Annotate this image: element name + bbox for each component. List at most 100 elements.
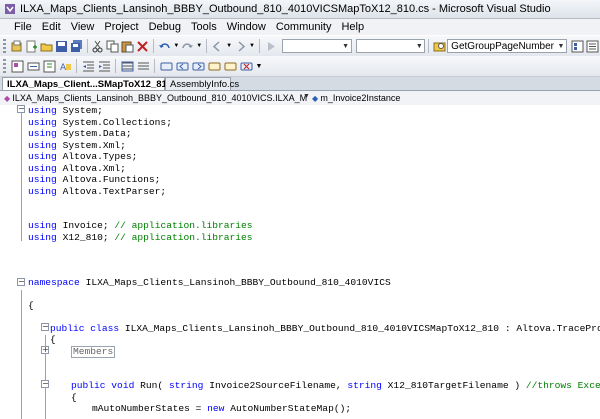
code-line: Members	[71, 346, 116, 358]
types-dropdown-value: ILXA_Maps_Clients_Lansinoh_BBBY_Outbound…	[12, 93, 307, 103]
code-line: {	[50, 334, 56, 345]
cut-icon[interactable]	[91, 39, 104, 53]
menu-edit[interactable]: Edit	[37, 21, 66, 33]
delete-icon[interactable]	[136, 39, 149, 53]
uncomment-lines-icon[interactable]	[136, 59, 150, 73]
save-all-icon[interactable]	[70, 39, 83, 53]
solution-platform-dropdown[interactable]: ▼	[355, 39, 426, 53]
find-combo-value: GetGroupPageNumber	[451, 40, 555, 52]
redo-dropdown-icon[interactable]: ▼	[196, 39, 202, 53]
outline-line-usings-2	[21, 119, 22, 241]
redo-icon[interactable]	[181, 39, 194, 53]
code-line: using System.Data;	[28, 128, 132, 139]
svg-text:A: A	[60, 63, 67, 73]
code-line: public class ILXA_Maps_Clients_Lansinoh_…	[50, 323, 600, 334]
code-line: using System;	[28, 105, 103, 116]
code-line: using Altova.Functions;	[28, 174, 161, 185]
solution-configuration-dropdown[interactable]: ▼	[281, 39, 352, 53]
solution-explorer-icon[interactable]	[571, 39, 584, 53]
text-editor-toolbar: A ▼	[0, 56, 600, 77]
code-line: using Invoice; // application.libraries	[28, 220, 253, 231]
expand-members-icon[interactable]: +	[41, 346, 49, 354]
tab-map-file[interactable]: ILXA_Maps_Client...SMapToX12_810.cs	[2, 77, 185, 90]
find-combo[interactable]: GetGroupPageNumber ▼	[447, 39, 567, 53]
increase-indent-icon[interactable]	[97, 59, 111, 73]
next-bookmark-in-folder-icon[interactable]	[223, 59, 237, 73]
previous-bookmark-icon[interactable]	[175, 59, 189, 73]
navigate-forward-icon[interactable]	[234, 39, 247, 53]
members-collapsed-block[interactable]: Members	[71, 346, 116, 358]
collapse-namespace-icon[interactable]: −	[17, 278, 25, 286]
outline-line-namespace	[21, 290, 22, 419]
menu-file[interactable]: File	[0, 21, 37, 33]
display-quick-info-icon[interactable]	[42, 59, 56, 73]
toggle-bookmark-icon[interactable]	[159, 59, 173, 73]
toolbar-separator	[258, 39, 260, 53]
toolbar-options-icon[interactable]: ▼	[255, 59, 263, 73]
toolbar-grip[interactable]	[3, 59, 6, 73]
display-object-member-list-icon[interactable]	[10, 59, 24, 73]
code-line: {	[71, 392, 77, 403]
collapse-run-method-icon[interactable]: −	[41, 380, 49, 388]
tab-assemblyinfo[interactable]: AssemblyInfo.cs	[165, 77, 239, 90]
code-line: namespace ILXA_Maps_Clients_Lansinoh_BBB…	[28, 277, 391, 288]
visual-studio-icon	[5, 4, 15, 14]
display-parameter-info-icon[interactable]	[26, 59, 40, 73]
menu-project[interactable]: Project	[99, 21, 143, 33]
code-line: using Altova.TextParser;	[28, 186, 167, 197]
menu-window[interactable]: Window	[222, 21, 271, 33]
next-bookmark-icon[interactable]	[191, 59, 205, 73]
toolbar-separator	[115, 59, 116, 73]
chevron-down-icon[interactable]: ▼	[303, 93, 310, 100]
copy-icon[interactable]	[106, 39, 119, 53]
code-line: {	[28, 300, 34, 311]
menu-bar: File Edit View Project Debug Tools Windo…	[0, 19, 600, 35]
title-bar: ILXA_Maps_Clients_Lansinoh_BBBY_Outbound…	[0, 0, 600, 19]
code-editor[interactable]: − − − + − using System; using System.Col…	[0, 105, 600, 419]
toolbar-separator	[154, 59, 155, 73]
chevron-down-icon: ▼	[557, 42, 565, 50]
navigate-forward-dropdown-icon[interactable]: ▼	[249, 39, 255, 53]
collapse-usings-icon[interactable]: −	[17, 105, 25, 113]
menu-help[interactable]: Help	[336, 21, 369, 33]
properties-window-icon[interactable]	[586, 39, 599, 53]
previous-bookmark-in-folder-icon[interactable]	[207, 59, 221, 73]
clear-bookmarks-icon[interactable]	[239, 59, 253, 73]
window-title: ILXA_Maps_Clients_Lansinoh_BBBY_Outbound…	[20, 3, 551, 15]
toolbar-separator	[153, 39, 155, 53]
menu-community[interactable]: Community	[271, 21, 337, 33]
toolbar-separator	[76, 59, 77, 73]
paste-icon[interactable]	[121, 39, 134, 53]
code-line: using Altova.Types;	[28, 151, 138, 162]
document-tab-strip: ILXA_Maps_Client...SMapToX12_810.cs Asse…	[0, 77, 600, 91]
standard-toolbar: ▼ ▼ ▼ ▼ ▼ ▼ GetGroupPageNumber ▼	[0, 36, 600, 57]
toolbar-separator	[206, 39, 208, 53]
navigate-backward-dropdown-icon[interactable]: ▼	[226, 39, 232, 53]
display-word-completion-icon[interactable]: A	[58, 59, 72, 73]
members-dropdown-value: m_Invoice2Instance	[320, 93, 401, 103]
add-item-icon[interactable]	[25, 39, 38, 53]
members-dropdown[interactable]: ◆ m_Invoice2Instance	[312, 92, 512, 104]
menu-view[interactable]: View	[66, 21, 100, 33]
toolbar-separator	[428, 39, 430, 53]
undo-dropdown-icon[interactable]: ▼	[173, 39, 179, 53]
selection-margin[interactable]	[0, 105, 14, 419]
menu-tools[interactable]: Tools	[186, 21, 222, 33]
find-in-files-icon[interactable]	[433, 39, 446, 53]
undo-icon[interactable]	[158, 39, 171, 53]
save-icon[interactable]	[55, 39, 68, 53]
comment-out-lines-icon[interactable]	[120, 59, 134, 73]
menu-debug[interactable]: Debug	[144, 21, 186, 33]
chevron-down-icon: ▼	[415, 42, 423, 50]
types-dropdown[interactable]: ◆ ILXA_Maps_Clients_Lansinoh_BBBY_Outbou…	[4, 92, 307, 104]
chevron-down-icon: ▼	[342, 42, 350, 50]
open-file-icon[interactable]	[40, 39, 53, 53]
start-debugging-icon[interactable]	[264, 39, 277, 53]
toolbar-separator	[86, 39, 88, 53]
toolbar-grip[interactable]	[3, 39, 6, 53]
navigation-bar: ◆ ILXA_Maps_Clients_Lansinoh_BBBY_Outbou…	[0, 91, 600, 106]
collapse-class-icon[interactable]: −	[41, 323, 49, 331]
decrease-indent-icon[interactable]	[81, 59, 95, 73]
new-project-icon[interactable]	[10, 39, 23, 53]
navigate-backward-icon[interactable]	[211, 39, 224, 53]
